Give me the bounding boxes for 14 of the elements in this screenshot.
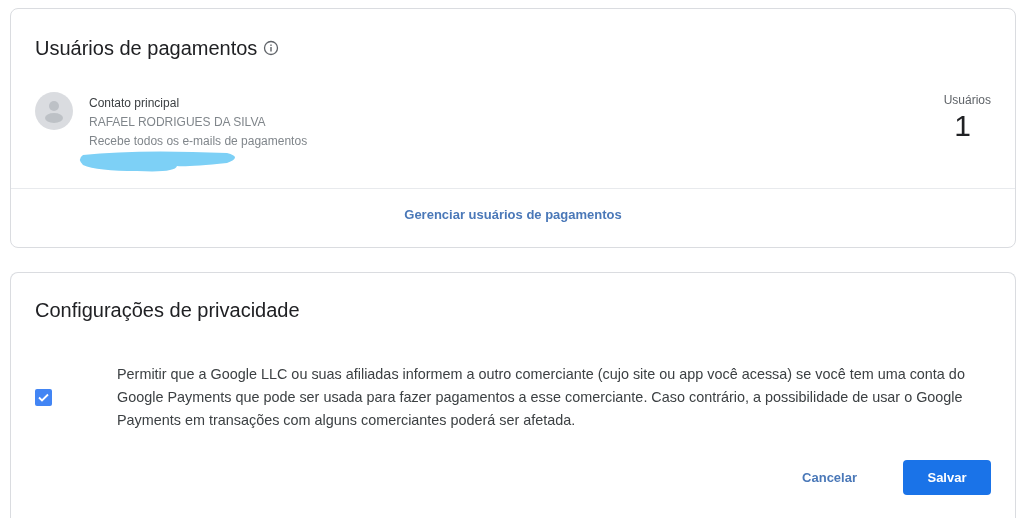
- users-count: 1: [954, 109, 971, 143]
- contact-label: Contato principal: [89, 95, 181, 112]
- manage-users-link[interactable]: Gerenciar usuários de pagamentos: [404, 207, 622, 222]
- contact-note: Recebe todos os e-mails de pagamentos: [89, 133, 308, 150]
- cancel-button[interactable]: Cancelar: [802, 462, 857, 493]
- avatar-icon: [35, 92, 73, 130]
- save-button[interactable]: Salvar: [903, 460, 991, 495]
- checkbox[interactable]: [35, 389, 52, 406]
- card-title: Usuários de pagamentos: [35, 36, 258, 60]
- users-label: Usuários: [943, 93, 991, 107]
- consent-text: Permitir que a Google LLC ou suas afiliadas informem a outro comerciante (cujo site ou app você acessa) se você tem uma conta do Google Payments que pode ser usada para fazer pagamentos a esse comerciante. Caso contrário, a possibilidade de usar o Google Payments em transações com alguns comerciantes poderá ser afetada.: [117, 365, 966, 430]
- contact-name: RAFAEL RODRIGUES DA SILVA: [89, 114, 267, 131]
- info-icon[interactable]: [263, 40, 280, 56]
- card-title: Configurações de privacidade: [34, 298, 301, 323]
